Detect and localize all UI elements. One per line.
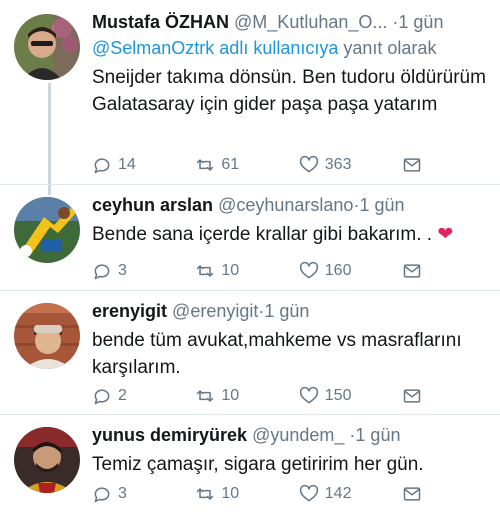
tweet-3[interactable]: erenyigit @erenyigit·1 gün bende tüm avu… xyxy=(0,291,500,415)
reply-count: 2 xyxy=(118,387,127,404)
user-handle[interactable]: @erenyigit xyxy=(172,301,258,321)
timestamp[interactable]: 1 gün xyxy=(398,12,443,32)
retweet-icon xyxy=(197,488,214,500)
tweet-4[interactable]: yunus demiryürek @yundem_ ·1 gün Temiz ç… xyxy=(0,415,500,527)
retweet-count: 10 xyxy=(221,485,240,502)
display-name[interactable]: erenyigit xyxy=(92,301,167,321)
tweet-header: ceyhun arslan @ceyhunarslano·1 gün xyxy=(92,193,490,217)
reply-suffix: yanıt olarak xyxy=(343,38,437,58)
like-button[interactable]: 150 xyxy=(299,386,402,406)
tweet-actions: 2 10 150 xyxy=(92,384,432,408)
display-name[interactable]: Mustafa ÖZHAN xyxy=(92,12,229,32)
reply-icon xyxy=(94,487,110,503)
message-icon xyxy=(403,389,421,403)
tweet-text: Temiz çamaşır, sigara getiririm her gün. xyxy=(92,454,424,475)
timestamp[interactable]: 1 gün xyxy=(264,301,309,321)
reply-count: 14 xyxy=(118,156,136,173)
reply-icon xyxy=(94,264,110,280)
message-icon xyxy=(403,487,421,501)
avatar[interactable] xyxy=(14,14,80,80)
direct-message-button[interactable] xyxy=(402,484,432,504)
tweet-text-body: Bende sana içerde krallar gibi bakarım. … xyxy=(92,224,433,245)
reply-icon xyxy=(94,389,110,405)
reply-mention-link[interactable]: @SelmanOztrk adlı kullanıcıya xyxy=(92,38,338,58)
avatar[interactable] xyxy=(14,197,80,263)
tweet-1[interactable]: Mustafa ÖZHAN @M_Kutluhan_O... ·1 gün @S… xyxy=(0,0,500,185)
timestamp[interactable]: 1 gün xyxy=(359,195,404,215)
reply-button[interactable]: 14 xyxy=(92,155,195,175)
like-icon xyxy=(299,155,318,173)
like-count: 142 xyxy=(324,485,352,502)
avatar[interactable] xyxy=(14,303,80,369)
user-handle[interactable]: @ceyhunarslano xyxy=(218,195,353,215)
retweet-icon xyxy=(197,159,214,171)
retweet-icon xyxy=(197,390,214,402)
display-name[interactable]: yunus demiryürek xyxy=(92,425,247,445)
direct-message-button[interactable] xyxy=(402,155,432,175)
like-count: 160 xyxy=(324,262,352,279)
retweet-count: 10 xyxy=(221,262,240,279)
avatar-image xyxy=(14,427,80,493)
tweet-text: Sneijder takıma dönsün. Ben tudoru öldür… xyxy=(92,67,486,115)
avatar-image xyxy=(14,14,80,80)
tweet-2[interactable]: ceyhun arslan @ceyhunarslano·1 gün Bende… xyxy=(0,185,500,291)
timestamp[interactable]: 1 gün xyxy=(355,425,400,445)
direct-message-button[interactable] xyxy=(402,261,432,281)
heart-emoji-icon: ❤ xyxy=(437,224,454,245)
display-name[interactable]: ceyhun arslan xyxy=(92,195,213,215)
like-button[interactable]: 142 xyxy=(299,484,402,504)
retweet-count: 10 xyxy=(221,387,240,404)
tweet-header: yunus demiryürek @yundem_ ·1 gün xyxy=(92,423,490,447)
retweet-icon xyxy=(197,265,214,277)
retweet-button[interactable]: 10 xyxy=(195,484,298,504)
tweet-header: erenyigit @erenyigit·1 gün xyxy=(92,299,490,323)
direct-message-button[interactable] xyxy=(402,386,432,406)
user-handle[interactable]: @yundem_ xyxy=(252,425,344,445)
message-icon xyxy=(403,158,421,172)
tweet-header: Mustafa ÖZHAN @M_Kutluhan_O... ·1 gün xyxy=(92,10,490,34)
like-button[interactable]: 363 xyxy=(299,155,402,175)
retweet-button[interactable]: 10 xyxy=(195,386,298,406)
avatar-image xyxy=(14,197,80,263)
tweet-text: bende tüm avukat,mahkeme vs masraflarını… xyxy=(92,330,462,378)
retweet-count: 61 xyxy=(221,156,240,173)
reply-button[interactable]: 3 xyxy=(92,484,195,504)
retweet-button[interactable]: 61 xyxy=(195,155,298,175)
reply-count: 3 xyxy=(118,262,127,279)
like-button[interactable]: 160 xyxy=(299,261,402,281)
tweet-actions: 3 10 160 xyxy=(92,259,432,283)
tweet-text: Bende sana içerde krallar gibi bakarım. … xyxy=(92,221,490,248)
user-handle[interactable]: @M_Kutluhan_O... xyxy=(234,12,387,32)
tweet-actions: 14 61 363 xyxy=(92,153,432,177)
message-icon xyxy=(403,264,421,278)
reply-button[interactable]: 2 xyxy=(92,386,195,406)
tweet-actions: 3 10 142 xyxy=(92,482,432,506)
reply-icon xyxy=(94,158,110,174)
like-icon xyxy=(299,386,318,404)
like-count: 150 xyxy=(324,387,352,404)
avatar-image xyxy=(14,303,80,369)
reply-count: 3 xyxy=(118,485,127,502)
like-icon xyxy=(299,261,318,279)
reply-context: @SelmanOztrk adlı kullanıcıya yanıt olar… xyxy=(92,36,490,60)
reply-button[interactable]: 3 xyxy=(92,261,195,281)
like-count: 363 xyxy=(324,156,352,173)
retweet-button[interactable]: 10 xyxy=(195,261,298,281)
like-icon xyxy=(299,484,318,502)
avatar[interactable] xyxy=(14,427,80,493)
